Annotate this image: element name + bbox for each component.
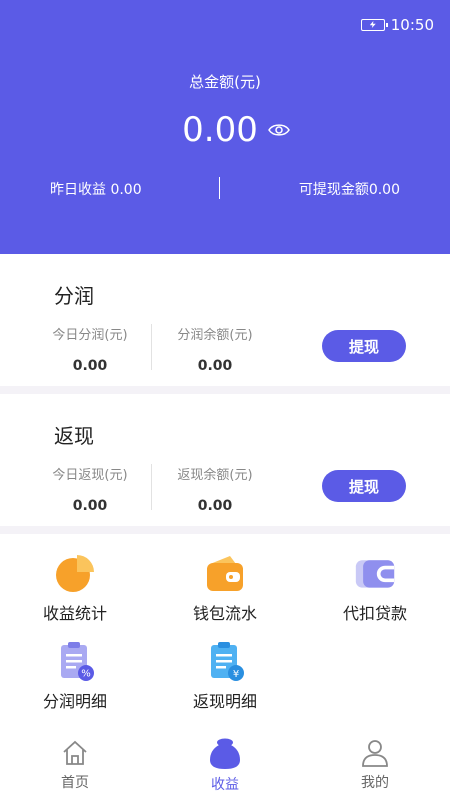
- status-time: 10:50: [390, 16, 434, 34]
- nav-item-mine[interactable]: 我的: [300, 738, 450, 792]
- fanxian-today: 今日返现(元) 0.00: [30, 464, 150, 514]
- nav-label: 首页: [61, 775, 89, 791]
- grid-item-fenrun-details[interactable]: % 分润明细: [0, 640, 150, 712]
- battery-icon: [360, 19, 388, 31]
- fenrun-balance-value: 0.00: [197, 358, 233, 374]
- column-divider: [151, 464, 152, 510]
- earnings-header: 10:50 总金额(元) 0.00 昨日收益 0.00 可提现金额0.00: [0, 0, 450, 254]
- grid-item-label: 代扣贷款: [342, 604, 407, 623]
- column-divider: [151, 324, 152, 370]
- summary-divider: [219, 177, 220, 199]
- nav-item-home[interactable]: 首页: [0, 738, 150, 792]
- fenrun-withdraw-button[interactable]: 提现: [322, 330, 406, 362]
- fenrun-balance-label: 分润余额(元): [177, 328, 253, 343]
- total-amount-row: 0.00: [0, 110, 450, 150]
- grid-item-withhold-loan[interactable]: 代扣贷款: [300, 552, 450, 624]
- grid-item-label: 分润明细: [42, 692, 107, 711]
- fanxian-today-value: 0.00: [72, 498, 108, 514]
- percent-clipboard-icon: %: [61, 642, 94, 681]
- summary-row: 昨日收益 0.00 可提现金额0.00: [0, 175, 450, 201]
- user-icon: [362, 740, 388, 767]
- section-separator: [0, 386, 450, 394]
- money-bag-icon: [210, 738, 240, 769]
- grid-item-label: 返现明细: [192, 692, 257, 711]
- function-grid: 收益统计 钱包流水 代扣贷款 % 分润明细 ¥ 返现明细: [0, 534, 450, 724]
- withdrawable-amount: 可提现金额0.00: [298, 182, 400, 198]
- fanxian-balance: 返现余额(元) 0.00: [155, 464, 275, 514]
- pie-chart-icon: [56, 555, 94, 592]
- grid-item-wallet-flow[interactable]: 钱包流水: [150, 552, 300, 624]
- fanxian-withdraw-button[interactable]: 提现: [322, 470, 406, 502]
- nav-item-earnings[interactable]: 收益: [150, 738, 300, 794]
- yuan-clipboard-icon: ¥: [211, 642, 244, 681]
- grid-item-earnings-stats[interactable]: 收益统计: [0, 552, 150, 624]
- wallet-icon: [207, 556, 243, 591]
- fenrun-balance: 分润余额(元) 0.00: [155, 324, 275, 374]
- bottom-nav: 首页 收益 我的: [0, 730, 450, 800]
- grid-item-fanxian-details[interactable]: ¥ 返现明细: [150, 640, 300, 712]
- grid-item-label: 钱包流水: [192, 604, 257, 623]
- status-bar: 10:50: [360, 16, 434, 34]
- total-amount-value: 0.00: [182, 110, 258, 150]
- home-icon: [63, 740, 87, 765]
- fanxian-balance-label: 返现余额(元): [177, 468, 253, 483]
- eye-icon[interactable]: [267, 123, 290, 137]
- fanxian-today-label: 今日返现(元): [52, 468, 128, 483]
- yesterday-earnings: 昨日收益 0.00: [50, 182, 142, 198]
- card-wallet-icon: [355, 560, 395, 588]
- svg-text:¥: ¥: [233, 669, 239, 680]
- fenrun-section: 分润 今日分润(元) 0.00 分润余额(元) 0.00 提现: [0, 254, 450, 386]
- fenrun-title: 分润: [54, 284, 94, 308]
- total-amount-label: 总金额(元): [189, 73, 261, 91]
- grid-item-label: 收益统计: [42, 604, 107, 623]
- nav-label: 我的: [361, 775, 389, 791]
- section-separator: [0, 526, 450, 534]
- fanxian-section: 返现 今日返现(元) 0.00 返现余额(元) 0.00 提现: [0, 394, 450, 526]
- fanxian-balance-value: 0.00: [197, 498, 233, 514]
- svg-text:%: %: [81, 669, 91, 680]
- nav-label: 收益: [211, 777, 239, 793]
- fenrun-today: 今日分润(元) 0.00: [30, 324, 150, 374]
- fenrun-today-value: 0.00: [72, 358, 108, 374]
- fenrun-today-label: 今日分润(元): [52, 328, 128, 343]
- fanxian-title: 返现: [54, 424, 94, 448]
